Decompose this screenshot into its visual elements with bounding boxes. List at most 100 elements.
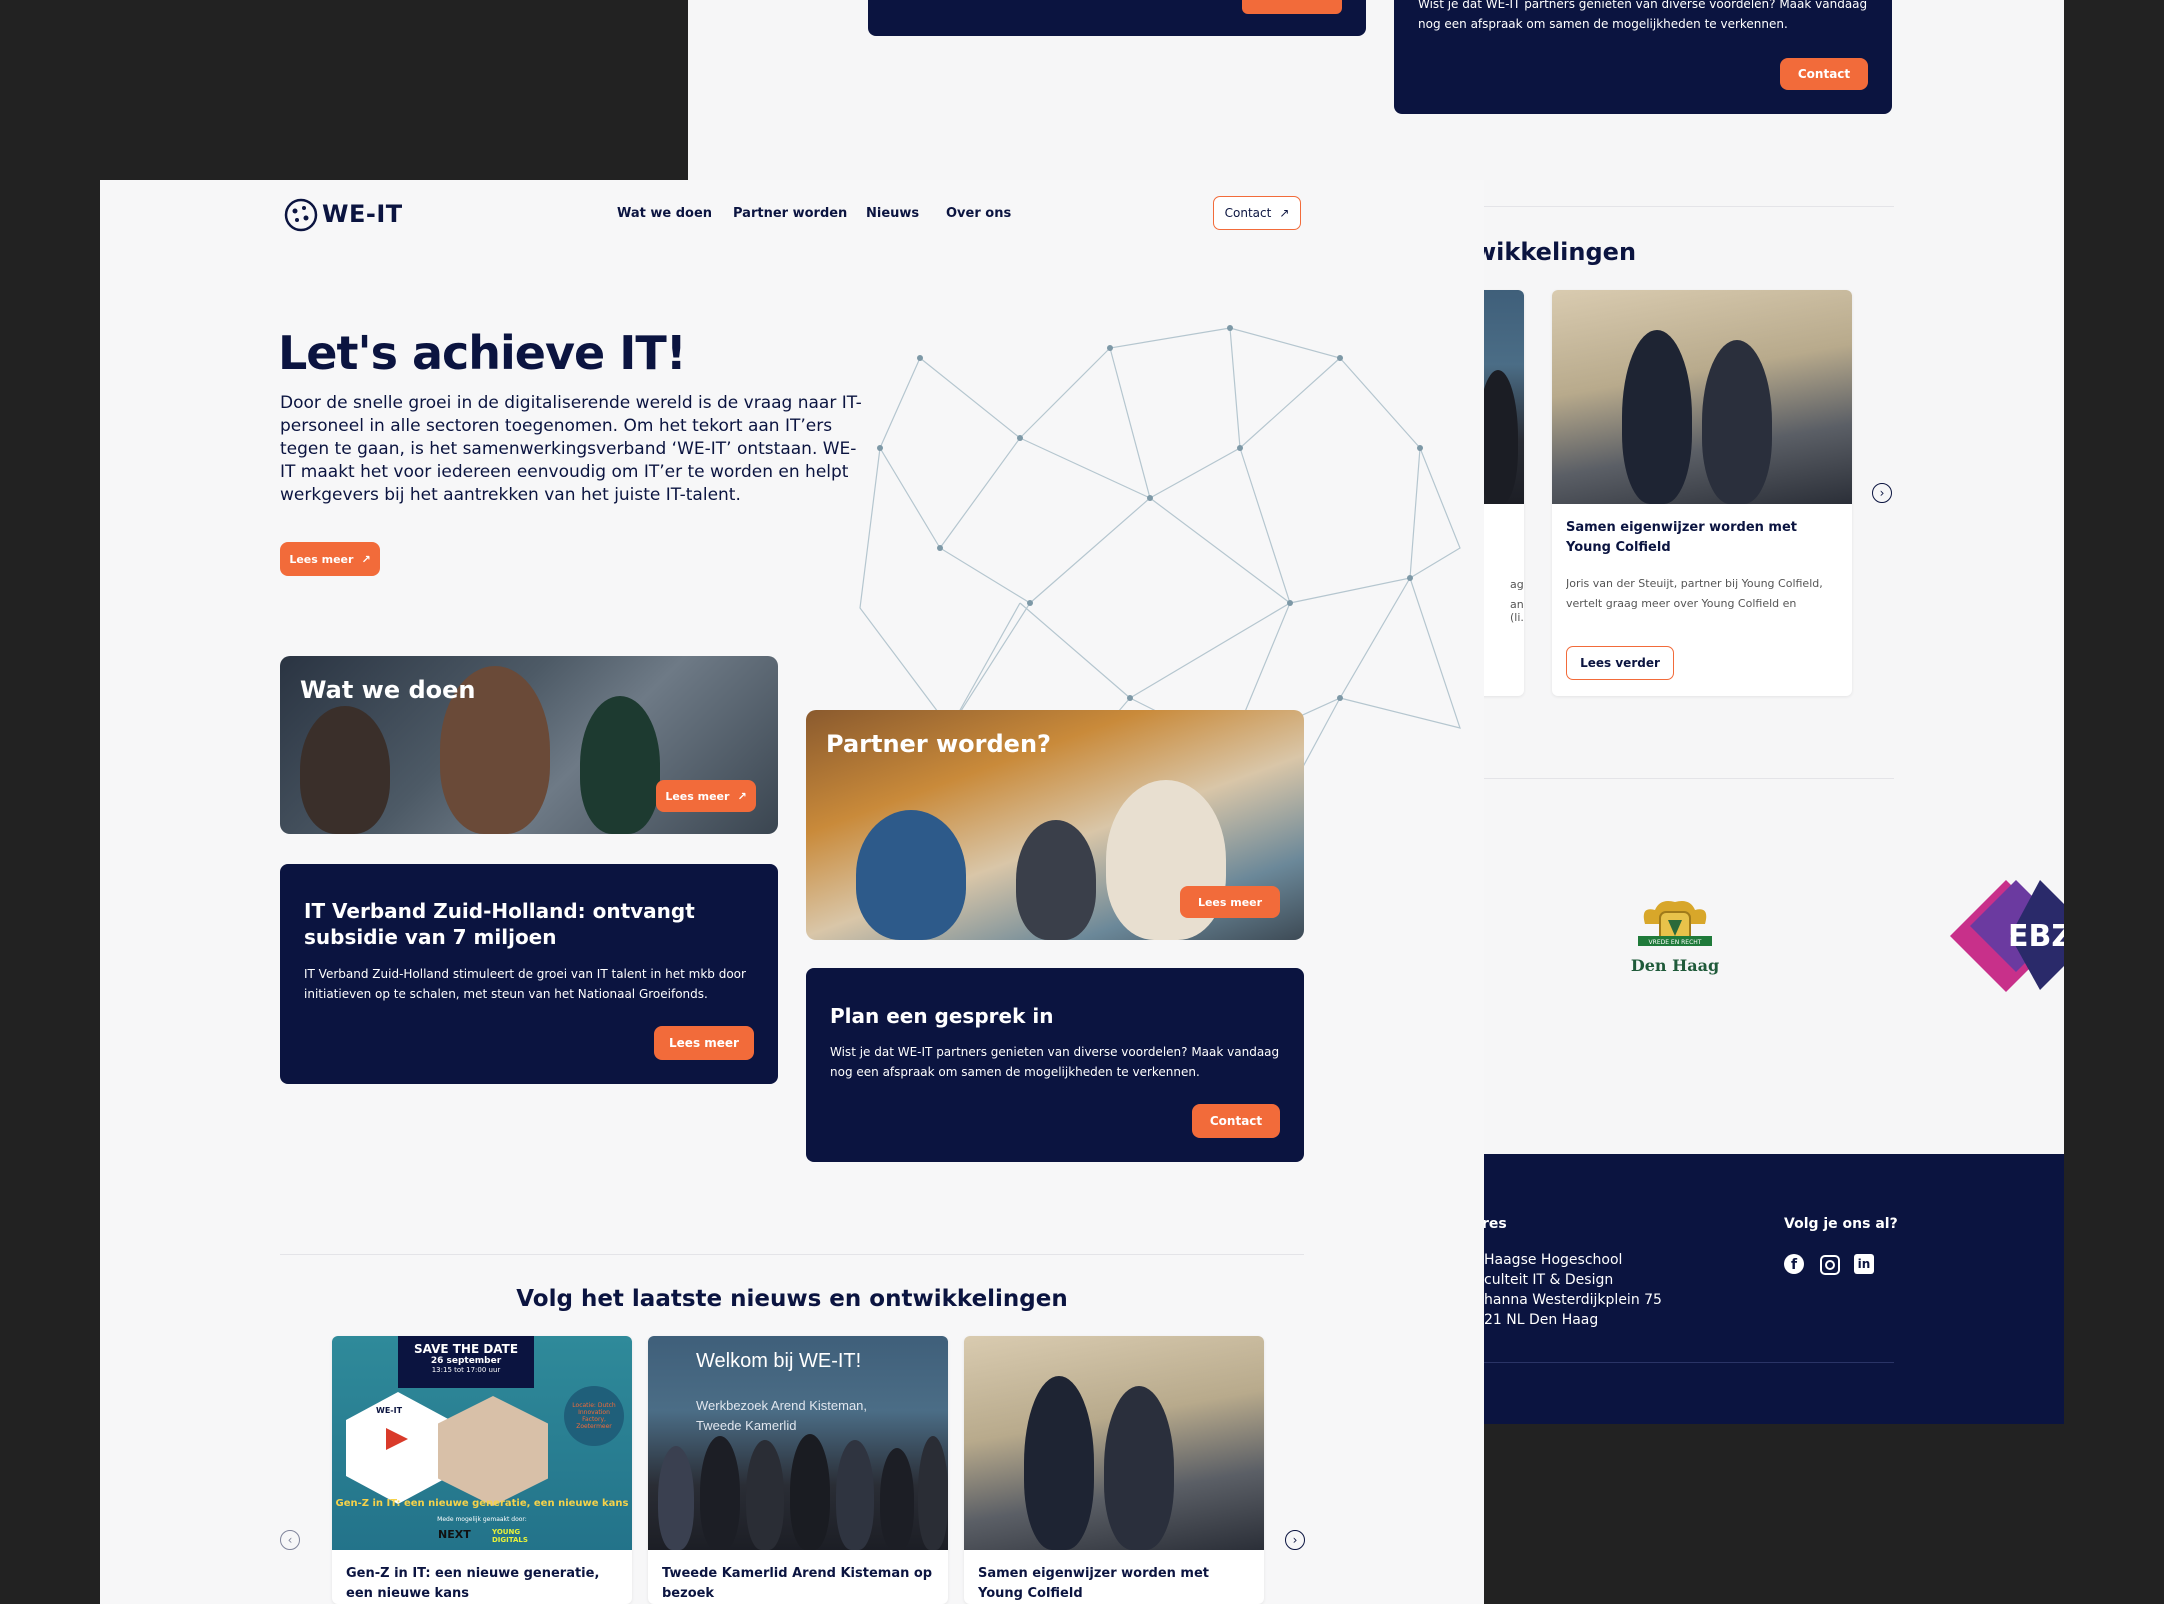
poster-hexagon: WE-IT: [346, 1392, 450, 1504]
facebook-icon[interactable]: f: [1784, 1254, 1804, 1274]
footer-address-title: res: [1482, 1216, 1507, 1232]
photo-person: [1024, 1376, 1094, 1550]
back-gesprek-body: Wist je dat WE-IT partners genieten van …: [1418, 0, 1868, 31]
back-news-card-read-more-label: Lees verder: [1580, 656, 1660, 670]
poster-photo-hexagon: [438, 1396, 548, 1506]
back-news-card-image: [1552, 290, 1852, 504]
gesprek-contact-label: Contact: [1209, 1114, 1263, 1128]
brand-name: WE-IT: [322, 200, 403, 228]
nav-over-ons[interactable]: Over ons: [946, 206, 1011, 221]
news-heading: Volg het laatste nieuws en ontwikkelinge…: [516, 1286, 1068, 1312]
partner-worden-title: Partner worden?: [826, 730, 1051, 758]
news-card-kisteman-image: Welkom bij WE-IT! Werkbezoek Arend Kiste…: [648, 1336, 948, 1550]
poster-we-it-label: WE-IT: [376, 1406, 403, 1415]
den-haag-crest-icon: VREDE EN RECHT: [1638, 901, 1712, 946]
subsidie-read-more-label: Lees meer: [669, 1036, 739, 1050]
gesprek-contact-button[interactable]: Contact: [1192, 1104, 1280, 1138]
arrow-up-right-icon: ↗: [737, 789, 747, 803]
hero-read-more-button[interactable]: Lees meer ↗: [280, 542, 380, 576]
back-partial-snippet-1: ag: [1510, 578, 1524, 591]
photo-person: [790, 1434, 830, 1550]
poster-small-credit: Mede mogelijk gemaakt door:: [437, 1516, 527, 1523]
hero-title: Let's achieve IT!: [278, 326, 687, 380]
footer-divider: [1474, 1362, 1894, 1363]
svg-text:VREDE EN RECHT: VREDE EN RECHT: [1649, 939, 1702, 946]
svg-text:EBZ: EBZ: [2008, 919, 2064, 954]
back-divider: [1474, 206, 1894, 207]
poster-date: 26 september: [430, 1356, 502, 1366]
photo-person: [746, 1440, 784, 1550]
back-top-card-left: [868, 0, 1366, 36]
news-card-gen-z-image: SAVE THE DATE 26 september 13:15 tot 17:…: [332, 1336, 632, 1550]
photo-person: [1702, 340, 1772, 504]
poster-save-the-date: SAVE THE DATE: [413, 1342, 519, 1356]
header-contact-button[interactable]: Contact ↗: [1213, 196, 1301, 230]
footer-follow-title: Volg je ons al?: [1784, 1216, 1898, 1232]
front-divider: [280, 1254, 1304, 1255]
photo-person: [1104, 1386, 1174, 1550]
subsidie-title: IT Verband Zuid-Holland: ontvangt subsid…: [304, 899, 695, 949]
linkedin-icon[interactable]: in: [1854, 1254, 1874, 1274]
wat-we-doen-read-more-button[interactable]: Lees meer ↗: [656, 780, 756, 812]
back-news-card-body: Joris van der Steuijt, partner bij Young…: [1566, 577, 1823, 610]
poster-logo-young-digitals: YOUNG DIGITALS: [492, 1528, 528, 1544]
photo-person: [580, 696, 660, 834]
back-divider-2: [1474, 778, 1894, 779]
subsidie-body: IT Verband Zuid-Holland stimuleert de gr…: [304, 967, 746, 1001]
news-card-kisteman-title: Tweede Kamerlid Arend Kisteman op bezoek: [662, 1566, 933, 1601]
footer-address-line-1: Haagse Hogeschool: [1484, 1252, 1623, 1268]
photo-person: [700, 1436, 740, 1550]
hero-body: Door de snelle groei in de digitaliseren…: [280, 393, 862, 505]
partner-worden-read-more-label: Lees meer: [1197, 895, 1263, 909]
instagram-icon[interactable]: [1820, 1255, 1840, 1275]
news-carousel-next-button[interactable]: ›: [1285, 1530, 1305, 1550]
nav-wat-we-doen[interactable]: Wat we doen: [617, 206, 712, 221]
poster-bottom-title: Gen-Z in IT: een nieuwe generatie, een n…: [335, 1498, 629, 1509]
nav-nieuws[interactable]: Nieuws: [866, 206, 919, 221]
den-haag-logo: VREDE EN RECHT Den Haag: [1630, 896, 1720, 980]
poster-logo-next: NEXT: [438, 1528, 471, 1541]
news-card-gen-z[interactable]: SAVE THE DATE 26 september 13:15 tot 17:…: [332, 1336, 632, 1604]
news-card-young-colfield-title: Samen eigenwijzer worden met Young Colfi…: [978, 1566, 1210, 1601]
back-news-card[interactable]: Samen eigenwijzer worden met Young Colfi…: [1552, 290, 1852, 696]
poster-time: 13:15 tot 17:00 uur: [431, 1366, 501, 1374]
subsidie-read-more-button[interactable]: Lees meer: [654, 1026, 754, 1060]
photo-person: [1622, 330, 1692, 504]
header-logo[interactable]: WE-IT: [284, 196, 424, 236]
foreground-page-screenshot: WE-IT Wat we doen Partner worden Nieuws …: [100, 180, 1484, 1604]
instagram-lens: [1825, 1260, 1835, 1270]
ebz-diamond-icon: EBZ: [1950, 880, 2064, 992]
back-gesprek-card: Wist je dat WE-IT partners genieten van …: [1394, 0, 1892, 114]
kisteman-overlay-sub: Werkbezoek Arend Kisteman, Tweede Kamerl…: [696, 1398, 868, 1433]
back-gesprek-contact-label: Contact: [1797, 67, 1851, 81]
back-gesprek-contact-button[interactable]: Contact: [1780, 58, 1868, 90]
hero-read-more-label: Lees meer: [289, 552, 354, 566]
photo-person: [1016, 820, 1096, 940]
news-card-young-colfield-image: [964, 1336, 1264, 1550]
footer-address-line-3: hanna Westerdijkplein 75: [1484, 1292, 1662, 1308]
poster-location-circle: Locatie: Dutch Innovation Factory, Zoete…: [564, 1386, 624, 1446]
header-contact-label: Contact: [1224, 206, 1272, 220]
partner-worden-read-more-button[interactable]: Lees meer: [1180, 886, 1280, 918]
news-card-kisteman[interactable]: Welkom bij WE-IT! Werkbezoek Arend Kiste…: [648, 1336, 948, 1604]
back-news-card-title: Samen eigenwijzer worden met Young Colfi…: [1566, 520, 1798, 555]
arrow-up-right-icon: ↗: [361, 552, 371, 566]
back-partial-snippet-2: an (li...: [1510, 598, 1524, 624]
back-top-card-left-button[interactable]: [1242, 0, 1342, 14]
back-carousel-next-button[interactable]: ›: [1872, 483, 1892, 503]
wat-we-doen-read-more-label: Lees meer: [665, 789, 730, 803]
gesprek-body: Wist je dat WE-IT partners genieten van …: [830, 1045, 1280, 1079]
partner-worden-card[interactable]: Partner worden? Lees meer: [806, 710, 1304, 940]
we-it-logo-icon: [284, 198, 318, 232]
photo-person: [1478, 370, 1518, 504]
gesprek-card: Plan een gesprek in Wist je dat WE-IT pa…: [806, 968, 1304, 1162]
wat-we-doen-title: Wat we doen: [300, 676, 476, 704]
nav-partner-worden[interactable]: Partner worden: [733, 206, 847, 221]
wat-we-doen-card[interactable]: Wat we doen Lees meer ↗: [280, 656, 778, 834]
news-card-young-colfield[interactable]: Samen eigenwijzer worden met Young Colfi…: [964, 1336, 1264, 1604]
photo-person: [880, 1448, 914, 1550]
photo-person: [300, 706, 390, 834]
news-carousel-prev-button[interactable]: ‹: [280, 1530, 300, 1550]
photo-person: [918, 1436, 948, 1550]
back-news-card-read-more[interactable]: Lees verder: [1566, 646, 1674, 680]
